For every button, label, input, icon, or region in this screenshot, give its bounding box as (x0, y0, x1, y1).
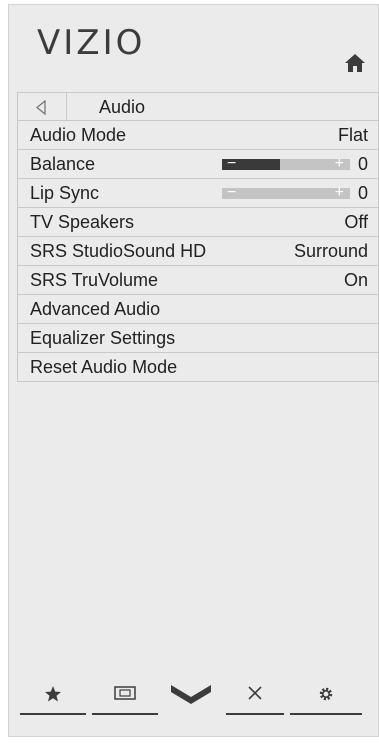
item-label: Advanced Audio (30, 299, 161, 319)
close-icon (248, 686, 262, 700)
plus-icon: + (334, 184, 344, 201)
star-icon (45, 686, 61, 702)
favorites-button[interactable] (20, 675, 86, 725)
item-value: 0 (357, 154, 368, 174)
item-label: Equalizer Settings (30, 328, 176, 348)
menu-item-audio-mode[interactable]: Audio Mode Flat (17, 121, 379, 150)
back-button[interactable] (18, 93, 67, 121)
minus-icon: − (227, 155, 237, 172)
screen-icon (114, 686, 136, 700)
item-label: Reset Audio Mode (30, 357, 178, 377)
vizio-menu-button[interactable] (162, 675, 220, 725)
plus-icon: + (334, 155, 344, 172)
item-label: Balance (30, 154, 96, 174)
item-value: Flat (337, 125, 368, 145)
menu-item-srs-studiosound[interactable]: SRS StudioSound HD Surround (17, 237, 379, 266)
menu-item-balance[interactable]: Balance − + 0 (17, 150, 379, 179)
vizio-logo: VIZIO (37, 23, 146, 63)
menu-title: Audio (99, 97, 146, 117)
menu-item-lip-sync[interactable]: Lip Sync − + 0 (17, 179, 379, 208)
minus-icon: − (227, 184, 237, 201)
menu-header: Audio (17, 92, 379, 121)
item-value: 0 (357, 183, 368, 203)
vizio-v-icon (171, 685, 211, 704)
balance-slider[interactable]: − + (222, 155, 350, 172)
underline (92, 713, 158, 715)
menu-item-tv-speakers[interactable]: TV Speakers Off (17, 208, 379, 237)
item-label: SRS TruVolume (30, 270, 159, 290)
home-icon[interactable] (344, 53, 366, 73)
exit-button[interactable] (226, 675, 284, 725)
input-button[interactable] (92, 675, 158, 725)
back-arrow-icon (36, 100, 46, 115)
menu-item-equalizer-settings[interactable]: Equalizer Settings (17, 324, 379, 353)
lip-sync-slider[interactable]: − + (222, 184, 350, 201)
item-label: Lip Sync (30, 183, 100, 203)
item-label: SRS StudioSound HD (30, 241, 207, 261)
menu-item-reset-audio-mode[interactable]: Reset Audio Mode (17, 353, 379, 382)
menu-item-advanced-audio[interactable]: Advanced Audio (17, 295, 379, 324)
item-value: Off (344, 212, 368, 232)
underline (226, 713, 284, 715)
audio-menu: Audio Audio Mode Flat Balance − + 0 Lip … (17, 92, 379, 382)
item-value: Surround (293, 241, 368, 261)
gear-icon (319, 687, 333, 701)
menu-item-srs-truvolume[interactable]: SRS TruVolume On (17, 266, 379, 295)
underline (20, 713, 86, 715)
item-value: On (343, 270, 368, 290)
item-label: Audio Mode (30, 125, 127, 145)
underline (290, 713, 362, 715)
settings-button[interactable] (290, 675, 362, 725)
bottom-nav-bar (20, 675, 372, 725)
item-label: TV Speakers (30, 212, 135, 232)
